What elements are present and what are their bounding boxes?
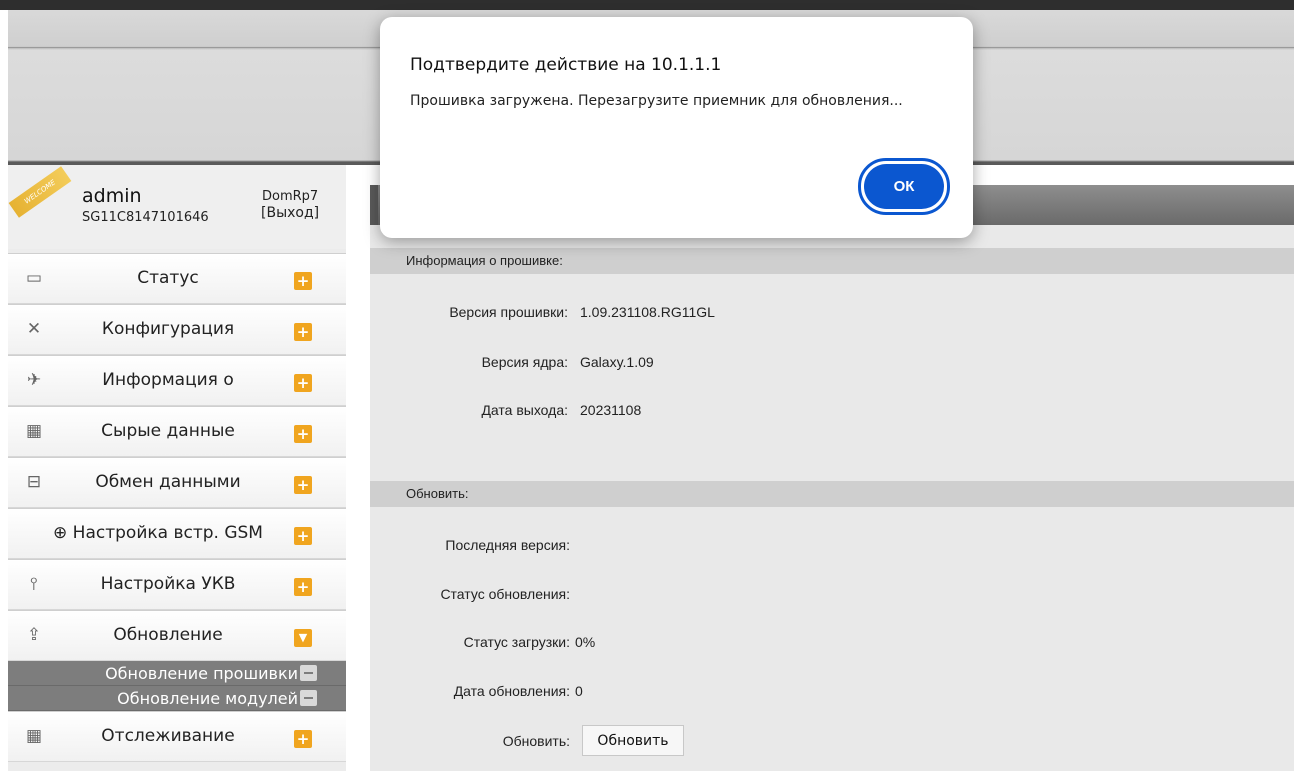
logout-link[interactable]: [Выход] [261,205,319,221]
sidebar-item-label: Обмен данными [95,472,241,492]
release-date-label: Дата выхода: [481,402,568,418]
download-status-label: Статус загрузки: [463,634,570,650]
tools-icon: ✕ [26,319,42,339]
latest-version-label: Последняя версия: [445,537,570,553]
update-date-label: Дата обновления: [453,683,570,699]
expand-plus-icon[interactable]: + [294,527,312,545]
sidebar-item-raw-data[interactable]: ▦ Сырые данные + [8,406,346,457]
submenu-item-module-update[interactable]: Обновление модулей [8,686,346,711]
sidebar-item-update[interactable]: ⇪ Обновление ▼ [8,610,346,661]
kernel-version-value: Galaxy.1.09 [580,354,654,370]
sidebar-item-tracking[interactable]: ▦ Отслеживание + [8,711,346,762]
minus-icon [300,690,317,706]
calendar-chart-icon: ▦ [25,726,43,746]
update-button[interactable]: Обновить [582,725,684,756]
download-status-value: 0% [575,634,596,650]
ok-button[interactable]: ОК [858,158,950,215]
sidebar-item-label: Отслеживание [101,726,235,746]
upload-icon: ⇪ [26,625,42,645]
sidebar-item-gsm-settings[interactable]: ⊕ Настройка встр. GSM + [8,508,346,559]
sidebar-item-label: Конфигурация [101,319,235,339]
kernel-version-label: Версия ядра: [481,354,568,370]
network-icon: ⊟ [26,472,42,492]
ok-button-label: ОК [864,164,944,209]
expand-plus-icon[interactable]: + [294,730,312,748]
expand-plus-icon[interactable]: + [294,578,312,596]
sidebar-item-status[interactable]: ▭ Статус + [8,253,346,304]
sidebar-item-uhf-settings[interactable]: ⫯ Настройка УКВ + [8,559,346,610]
antenna-icon: ⫯ [30,574,38,594]
update-date-value: 0 [575,683,583,699]
submenu-item-label: Обновление модулей [117,689,298,708]
welcome-ribbon: WELCOME [8,166,72,218]
receiver-serial: SG11C8147101646 [82,210,209,225]
sidebar-item-label: Статус [137,268,199,288]
submenu-item-firmware-update[interactable]: Обновление прошивки [8,661,346,686]
section-update: Обновить: [370,481,1294,507]
sidebar-item-label: Обновление [113,625,223,645]
expand-plus-icon[interactable]: + [294,425,312,443]
sidebar-item-label: Настройка УКВ [100,574,236,594]
collapse-chevron-down-icon[interactable]: ▼ [294,629,312,647]
calendar-chart-icon: ▦ [25,421,43,441]
sidebar-item-data-exchange[interactable]: ⊟ Обмен данными + [8,457,346,508]
firmware-version-value: 1.09.231108.RG11GL [580,304,715,320]
station-name: DomRp7 [262,189,319,204]
sidebar-item-label: ⊕ Настройка встр. GSM [53,523,263,543]
sidebar-menu: ▭ Статус + ✕ Конфигурация + ✈ Информация… [8,253,346,762]
sidebar-item-label: Сырые данные [101,421,235,441]
user-box: WELCOME admin SG11C8147101646 DomRp7 [Вы… [8,165,346,249]
satellite-icon: ✈ [26,370,42,390]
expand-plus-icon[interactable]: + [294,272,312,290]
expand-plus-icon[interactable]: + [294,374,312,392]
sidebar-item-configuration[interactable]: ✕ Конфигурация + [8,304,346,355]
expand-plus-icon[interactable]: + [294,323,312,341]
confirm-dialog: Подтвердите действие на 10.1.1.1 Прошивк… [380,17,973,238]
browser-top-strip [0,0,1294,10]
release-date-value: 20231108 [580,402,642,418]
title-bar-edge [370,185,378,225]
firmware-version-label: Версия прошивки: [449,304,568,320]
submenu-item-label: Обновление прошивки [105,664,298,683]
update-status-label: Статус обновления: [440,586,570,602]
sidebar-item-label: Информация о [102,370,234,390]
username: admin [82,185,142,207]
expand-plus-icon[interactable]: + [294,476,312,494]
monitor-icon: ▭ [25,268,43,288]
dialog-message: Прошивка загружена. Перезагрузите приемн… [410,93,903,109]
dialog-title: Подтвердите действие на 10.1.1.1 [410,55,722,75]
sidebar-item-information[interactable]: ✈ Информация о + [8,355,346,406]
section-firmware-info: Информация о прошивке: [370,248,1294,274]
minus-icon [300,665,317,681]
update-row-label: Обновить: [502,733,570,749]
sidebar: WELCOME admin SG11C8147101646 DomRp7 [Вы… [8,165,346,771]
main-content: Информация о прошивке: Версия прошивки: … [370,185,1294,771]
